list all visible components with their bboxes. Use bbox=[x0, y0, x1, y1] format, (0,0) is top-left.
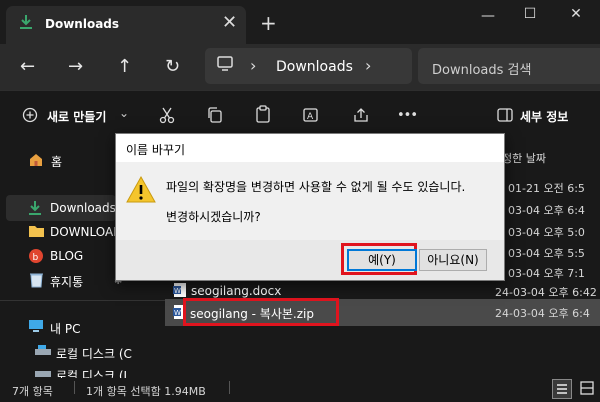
dialog-message: 파일의 확장명을 변경하면 사용할 수 없게 될 수도 있습니다. bbox=[166, 180, 466, 194]
item-count: 7개 항목 bbox=[12, 385, 53, 398]
file-date: 24-03-04 오후 6:4 bbox=[495, 307, 590, 320]
svg-text:b: b bbox=[33, 253, 39, 263]
up-button[interactable]: ↑ bbox=[117, 56, 132, 77]
paste-icon[interactable] bbox=[254, 105, 272, 124]
sidebar-item-label: 홈 bbox=[51, 155, 63, 169]
sidebar-item-label: 휴지통 bbox=[50, 275, 84, 289]
breadcrumb-separator-icon[interactable]: › bbox=[250, 56, 256, 75]
plus-circle-icon bbox=[22, 107, 38, 123]
drive-icon bbox=[34, 345, 52, 357]
yes-button[interactable]: 예(Y) bbox=[347, 249, 417, 271]
dialog-title: 이름 바꾸기 bbox=[126, 143, 186, 157]
selection-info: 1개 항목 선택함 1.94MB bbox=[86, 385, 206, 398]
file-date: 03-04 오후 6:4 bbox=[508, 204, 585, 217]
sidebar-item-home[interactable]: 홈 bbox=[6, 147, 116, 173]
maximize-button[interactable]: ☐ bbox=[512, 6, 548, 28]
table-row[interactable]: W seogilang.docx 24-03-04 오후 6:42 bbox=[165, 280, 600, 300]
blog-icon: b bbox=[28, 248, 44, 264]
sidebar-item-recycle-bin[interactable]: 휴지통 bbox=[6, 267, 116, 293]
home-icon bbox=[28, 152, 44, 167]
breadcrumb-downloads[interactable]: Downloads bbox=[276, 59, 353, 75]
chevron-down-icon[interactable]: ⌄ bbox=[119, 106, 129, 120]
share-icon[interactable] bbox=[352, 106, 370, 124]
more-options-button[interactable]: ••• bbox=[397, 108, 418, 123]
rename-textbox[interactable]: seogilang - 복사본.zip bbox=[183, 298, 339, 326]
breadcrumb-chevron-icon[interactable]: › bbox=[365, 56, 371, 75]
new-tab-button[interactable]: + bbox=[260, 11, 277, 35]
details-button[interactable]: 세부 정보 bbox=[520, 108, 568, 125]
sidebar-item-label: 로컬 디스크 (C bbox=[56, 347, 132, 361]
warning-icon bbox=[126, 176, 156, 203]
svg-text:A: A bbox=[307, 112, 314, 122]
details-view-icon[interactable] bbox=[552, 379, 572, 399]
sidebar-item-label: 내 PC bbox=[50, 322, 81, 336]
file-name: seogilang - 복사본.zip bbox=[190, 307, 314, 321]
download-icon bbox=[17, 13, 35, 31]
folder-icon bbox=[28, 224, 45, 238]
search-placeholder: Downloads 검색 bbox=[432, 63, 532, 78]
tiles-view-icon[interactable] bbox=[578, 379, 596, 397]
file-date: 01-21 오전 6:5 bbox=[508, 182, 585, 195]
file-date: 03-04 오후 7:1 bbox=[508, 267, 585, 280]
pc-icon bbox=[216, 56, 234, 72]
tab-title: Downloads bbox=[45, 17, 120, 31]
close-window-button[interactable]: ✕ bbox=[558, 6, 594, 28]
forward-button[interactable]: → bbox=[68, 56, 83, 77]
copy-icon[interactable] bbox=[206, 106, 224, 124]
svg-text:W: W bbox=[174, 309, 181, 317]
recycle-bin-icon bbox=[29, 271, 44, 288]
tab-close-icon[interactable]: ✕ bbox=[222, 12, 237, 33]
sidebar-item-downloads[interactable]: Downloads bbox=[6, 195, 116, 221]
no-button[interactable]: 아니요(N) bbox=[419, 249, 487, 271]
back-button[interactable]: ← bbox=[20, 56, 35, 77]
details-pane-icon bbox=[497, 108, 513, 122]
word-file-icon: W bbox=[173, 282, 187, 298]
file-name: seogilang.docx bbox=[191, 284, 282, 298]
status-divider bbox=[229, 381, 230, 394]
sidebar-item-label: BLOG bbox=[50, 249, 84, 263]
column-header-date[interactable]: 정한 날짜 bbox=[502, 150, 546, 166]
rename-dialog: 이름 바꾸기 파일의 확장명을 변경하면 사용할 수 없게 될 수도 있습니다.… bbox=[115, 133, 505, 281]
rename-icon[interactable]: A bbox=[302, 106, 320, 124]
minimize-button[interactable]: — bbox=[470, 8, 506, 30]
file-date: 03-04 오후 5:0 bbox=[508, 226, 585, 239]
sidebar-item-label: Downloads bbox=[50, 201, 116, 215]
file-date: 03-04 오후 5:5 bbox=[508, 247, 585, 260]
sidebar-item-download-folder[interactable]: DOWNLOAD bbox=[6, 219, 122, 245]
status-divider bbox=[74, 381, 75, 394]
sidebar-divider bbox=[0, 300, 165, 301]
sidebar-item-this-pc[interactable]: 내 PC bbox=[6, 314, 116, 340]
dialog-question: 변경하시겠습니까? bbox=[166, 210, 261, 224]
download-icon bbox=[26, 199, 44, 217]
tab-downloads[interactable] bbox=[6, 6, 246, 44]
new-button[interactable]: 새로 만들기 bbox=[47, 108, 106, 125]
pc-icon bbox=[28, 319, 44, 334]
svg-text:W: W bbox=[174, 287, 181, 295]
cut-icon[interactable] bbox=[158, 106, 176, 124]
sidebar-item-blog[interactable]: b BLOG bbox=[6, 243, 116, 269]
refresh-button[interactable]: ↻ bbox=[165, 56, 180, 77]
sidebar-item-label: DOWNLOAD bbox=[50, 225, 123, 239]
file-date: 24-03-04 오후 6:42 bbox=[495, 286, 597, 299]
